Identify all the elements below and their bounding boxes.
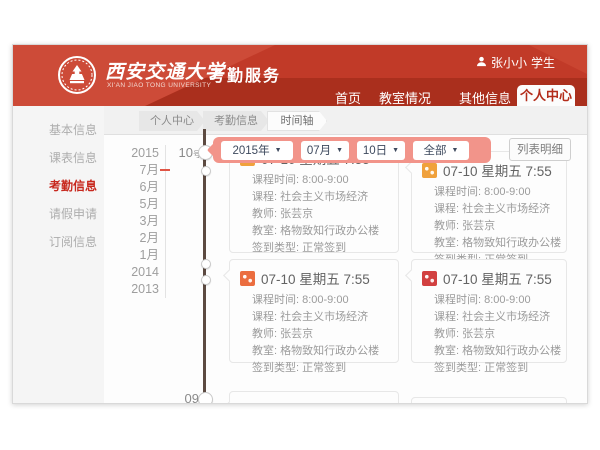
type-dropdown[interactable]: 全部▼	[413, 141, 469, 160]
user-role: 学生	[531, 54, 555, 71]
app-header: 西安交通大学 XI'AN JIAO TONG UNIVERSITY 考勤服务 张…	[13, 45, 588, 106]
month-item-may[interactable]: 5月	[109, 196, 159, 213]
status-icon	[422, 271, 437, 286]
breadcrumb-timeline[interactable]: 时间轴	[267, 111, 327, 131]
card-teacher: 教师: 张芸京	[252, 326, 388, 343]
card-course-time: 课程时间: 8:00-9:00	[434, 292, 556, 309]
attendance-card: 07-09 星期四 7:55	[229, 391, 399, 404]
timeline-node	[201, 259, 211, 269]
timeline-node-day09	[198, 392, 213, 404]
main-nav: 首页 教室情况 其他信息 个人中心	[13, 85, 588, 106]
app-window: 西安交通大学 XI'AN JIAO TONG UNIVERSITY 考勤服务 张…	[12, 44, 588, 404]
card-course-time: 课程时间: 8:00-9:00	[252, 172, 388, 189]
current-month-marker	[160, 169, 170, 171]
month-item-2013[interactable]: 2013	[109, 281, 159, 298]
card-checkin-type: 签到类型: 正常签到	[434, 360, 556, 377]
month-item-mar[interactable]: 3月	[109, 213, 159, 230]
breadcrumb: 个人中心 考勤信息 时间轴	[104, 106, 588, 135]
month-item-feb[interactable]: 2月	[109, 230, 159, 247]
card-title: 07-10 星期五 7:55	[261, 268, 370, 288]
person-icon	[476, 56, 487, 70]
attendance-card: 07-10 星期五 7:55 课程时间: 8:00-9:00 课程: 社会主义市…	[411, 151, 567, 253]
partial-card	[411, 397, 567, 404]
card-course: 课程: 社会主义市场经济	[434, 309, 556, 326]
month-dropdown[interactable]: 07月▼	[301, 141, 349, 160]
card-classroom: 教室: 格物致知行政办公楼	[252, 343, 388, 360]
chevron-down-icon: ▼	[392, 147, 399, 154]
card-notch	[223, 269, 236, 282]
timeline-node	[201, 275, 211, 285]
filter-bar: 2015年▼ 07月▼ 10日▼ 全部▼	[213, 137, 491, 163]
nav-item-classrooms[interactable]: 教室情况	[379, 88, 431, 107]
card-title: 07-10 星期五 7:55	[443, 268, 552, 288]
year-dropdown[interactable]: 2015年▼	[221, 141, 293, 160]
chevron-down-icon: ▼	[275, 147, 282, 154]
status-icon	[240, 271, 255, 286]
nav-item-other-info[interactable]: 其他信息	[459, 88, 511, 107]
status-icon	[422, 163, 437, 178]
sidebar: 基本信息 课表信息 考勤信息 请假申请 订阅信息	[13, 106, 104, 404]
day-label-10: 10号	[167, 145, 201, 160]
sidebar-item-leave-request[interactable]: 请假申请	[13, 200, 104, 228]
card-notch	[405, 269, 418, 282]
nav-item-home[interactable]: 首页	[335, 88, 361, 107]
status-icon	[240, 403, 255, 405]
sidebar-item-subscription[interactable]: 订阅信息	[13, 228, 104, 256]
timeline-node	[201, 166, 211, 176]
card-classroom: 教室: 格物致知行政办公楼	[434, 235, 556, 252]
attendance-card: 07-10 星期五 7:55 课程时间: 8:00-9:00 课程: 社会主义市…	[411, 259, 567, 363]
card-classroom: 教室: 格物致知行政办公楼	[252, 223, 388, 240]
card-course: 课程: 社会主义市场经济	[252, 309, 388, 326]
card-checkin-type: 签到类型: 正常签到	[252, 240, 388, 257]
chevron-down-icon: ▼	[336, 147, 343, 154]
sidebar-item-attendance[interactable]: 考勤信息	[13, 172, 104, 200]
month-item-jan[interactable]: 1月	[109, 247, 159, 264]
sidebar-item-basic-info[interactable]: 基本信息	[13, 116, 104, 144]
service-title: 考勤服务	[209, 62, 281, 86]
sidebar-item-timetable[interactable]: 课表信息	[13, 144, 104, 172]
card-course-time: 课程时间: 8:00-9:00	[434, 184, 556, 201]
university-name-zh: 西安交通大学	[105, 57, 225, 84]
card-teacher: 教师: 张芸京	[252, 206, 388, 223]
timeline-month-rail: 2015 7月 6月 5月 3月 2月 1月 2014 2013	[109, 145, 166, 298]
card-course-time: 课程时间: 8:00-9:00	[252, 292, 388, 309]
card-course: 课程: 社会主义市场经济	[252, 189, 388, 206]
card-title: 07-10 星期五 7:55	[443, 160, 552, 180]
card-notch	[405, 161, 418, 174]
user-info[interactable]: 张小小 学生	[476, 54, 555, 71]
attendance-card: 07-10 星期五 7:55 课程时间: 8:00-9:00 课程: 社会主义市…	[229, 259, 399, 363]
card-teacher: 教师: 张芸京	[434, 326, 556, 343]
breadcrumb-attendance-info[interactable]: 考勤信息	[203, 111, 269, 131]
month-item-2014[interactable]: 2014	[109, 264, 159, 281]
card-teacher: 教师: 张芸京	[434, 218, 556, 235]
card-course: 课程: 社会主义市场经济	[434, 201, 556, 218]
card-title: 07-09 星期四 7:55	[261, 400, 370, 404]
user-name: 张小小	[491, 54, 527, 71]
card-checkin-type: 签到类型: 正常签到	[252, 360, 388, 377]
chevron-down-icon: ▼	[452, 147, 459, 154]
card-notch	[223, 401, 236, 404]
card-classroom: 教室: 格物致知行政办公楼	[434, 343, 556, 360]
month-item-jul[interactable]: 7月	[109, 162, 159, 179]
breadcrumb-personal-center[interactable]: 个人中心	[139, 111, 205, 131]
month-item-jun[interactable]: 6月	[109, 179, 159, 196]
list-detail-button[interactable]: 列表明细	[509, 138, 571, 161]
month-item-2015[interactable]: 2015	[109, 145, 159, 162]
nav-tab-personal-center[interactable]: 个人中心	[517, 85, 575, 106]
day-dropdown[interactable]: 10日▼	[357, 141, 405, 160]
